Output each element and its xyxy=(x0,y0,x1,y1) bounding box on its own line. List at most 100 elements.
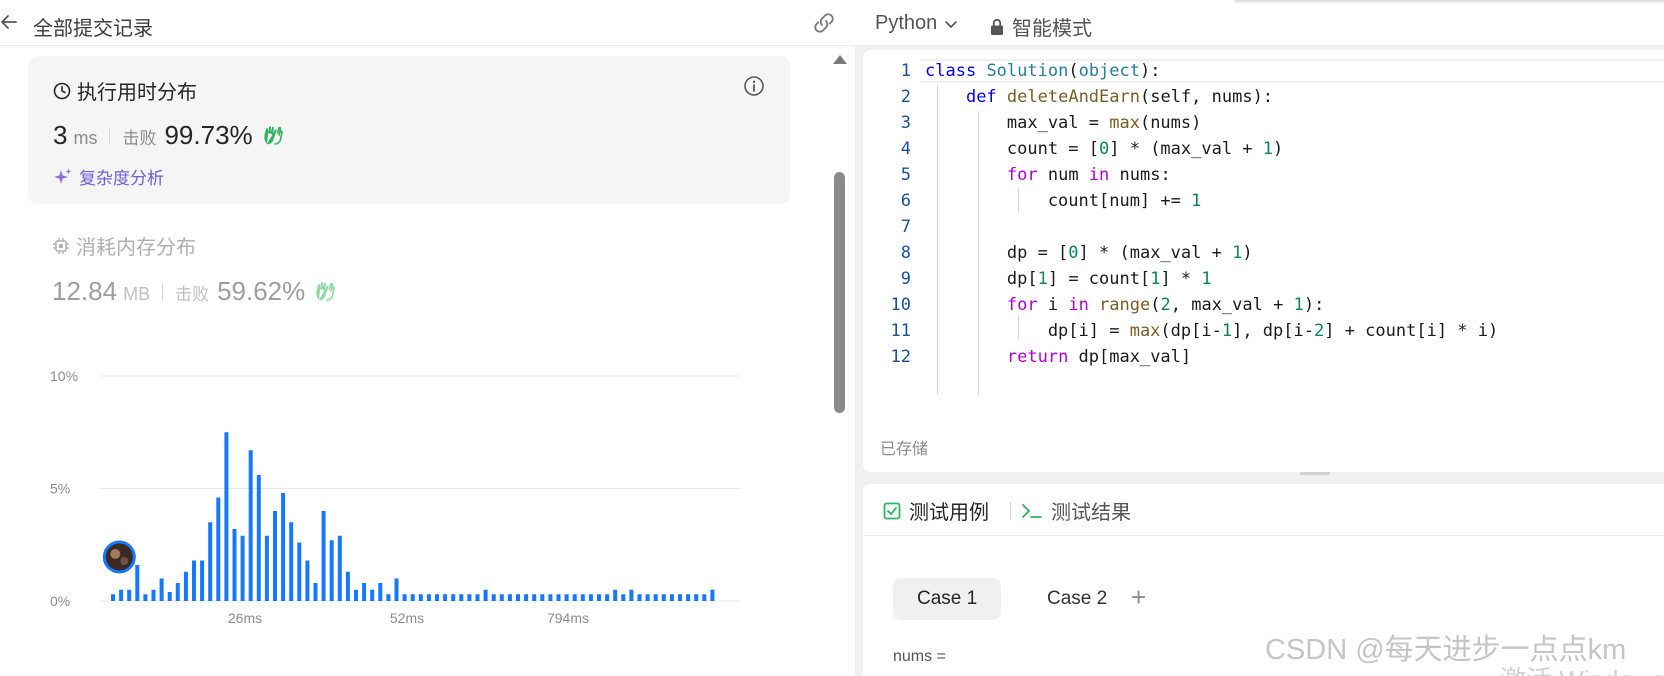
histogram-bar[interactable] xyxy=(548,594,553,601)
histogram-bar[interactable] xyxy=(410,594,415,601)
histogram-bar[interactable] xyxy=(556,594,561,601)
code-line[interactable]: 6 count[num] += 1 xyxy=(863,188,1664,214)
code-text[interactable]: return dp[max_val] xyxy=(925,344,1191,370)
histogram-bar[interactable] xyxy=(694,594,699,601)
histogram-bar[interactable] xyxy=(321,511,326,601)
code-text[interactable]: dp[i] = max(dp[i-1], dp[i-2] + count[i] … xyxy=(925,318,1498,344)
histogram-bar[interactable] xyxy=(264,535,269,601)
histogram-bar[interactable] xyxy=(686,594,691,601)
code-text[interactable]: dp[1] = count[1] * 1 xyxy=(925,266,1212,292)
tab-testresults[interactable]: 测试结果 xyxy=(1021,496,1131,525)
code-text[interactable]: max_val = max(nums) xyxy=(925,110,1202,136)
user-avatar-marker[interactable] xyxy=(102,540,136,574)
histogram-bar[interactable] xyxy=(613,589,618,601)
histogram-bar[interactable] xyxy=(256,475,261,601)
histogram-bar[interactable] xyxy=(151,589,156,601)
histogram-bar[interactable] xyxy=(362,583,367,601)
code-line[interactable]: 7 xyxy=(863,214,1664,240)
histogram-bar[interactable] xyxy=(524,594,529,601)
histogram-bar[interactable] xyxy=(394,578,399,602)
code-text[interactable]: for num in nums: xyxy=(925,162,1171,188)
vertical-scrollbar[interactable] xyxy=(830,55,848,676)
histogram-bar[interactable] xyxy=(637,594,642,601)
histogram-bar[interactable] xyxy=(143,594,148,601)
code-line[interactable]: 4 count = [0] * (max_val + 1) xyxy=(863,136,1664,162)
histogram-bar[interactable] xyxy=(483,589,488,601)
histogram-bar[interactable] xyxy=(459,594,464,601)
arrow-left-icon[interactable] xyxy=(0,11,22,33)
code-line[interactable]: 11 dp[i] = max(dp[i-1], dp[i-2] + count[… xyxy=(863,318,1664,344)
tab-testcases[interactable]: 测试用例 xyxy=(883,496,989,525)
histogram-bar[interactable] xyxy=(426,594,431,601)
language-select[interactable]: Python xyxy=(875,12,959,35)
code-line[interactable]: 5 for num in nums: xyxy=(863,162,1664,188)
histogram-bar[interactable] xyxy=(329,540,334,601)
histogram-bar[interactable] xyxy=(507,594,512,601)
histogram-bar[interactable] xyxy=(564,594,569,601)
histogram-bar[interactable] xyxy=(370,589,375,601)
histogram-bar[interactable] xyxy=(183,571,188,601)
histogram-bar[interactable] xyxy=(378,583,383,601)
code-line[interactable]: 9 dp[1] = count[1] * 1 xyxy=(863,266,1664,292)
histogram-bar[interactable] xyxy=(653,594,658,601)
page-title[interactable]: 全部提交记录 xyxy=(33,12,153,41)
histogram-bar[interactable] xyxy=(119,589,124,601)
histogram-bar[interactable] xyxy=(702,594,707,601)
histogram-bar[interactable] xyxy=(661,594,666,601)
histogram-bar[interactable] xyxy=(111,594,115,601)
histogram-bar[interactable] xyxy=(532,594,537,601)
histogram-bar[interactable] xyxy=(305,560,310,602)
histogram-bar[interactable] xyxy=(443,594,448,601)
code-text[interactable]: for i in range(2, max_val + 1): xyxy=(925,292,1324,318)
histogram-bar[interactable] xyxy=(516,594,520,601)
histogram-bar[interactable] xyxy=(540,594,545,601)
histogram-bar[interactable] xyxy=(418,594,423,601)
case-2-button[interactable]: Case 2 xyxy=(1023,578,1131,620)
histogram-bar[interactable] xyxy=(629,589,634,601)
runtime-card[interactable]: 执行用时分布 3 ms 击败 99.73% 复杂度分析 xyxy=(28,56,790,204)
histogram-bar[interactable] xyxy=(127,589,132,601)
case-1-button[interactable]: Case 1 xyxy=(893,578,1002,620)
histogram-bar[interactable] xyxy=(224,432,229,601)
complexity-label[interactable]: 复杂度分析 xyxy=(79,164,164,189)
histogram-bar[interactable] xyxy=(167,592,172,601)
code-line[interactable]: 12 return dp[max_val] xyxy=(863,344,1664,370)
histogram-bar[interactable] xyxy=(572,594,577,601)
code-line[interactable]: 2 def deleteAndEarn(self, nums): xyxy=(863,84,1664,110)
histogram-bar[interactable] xyxy=(175,583,180,601)
code-line[interactable]: 3 max_val = max(nums) xyxy=(863,110,1664,136)
memory-title[interactable]: 消耗内存分布 xyxy=(52,231,196,260)
histogram-bar[interactable] xyxy=(499,594,504,601)
histogram-bar[interactable] xyxy=(273,511,277,601)
histogram-bar[interactable] xyxy=(281,493,286,601)
code-line[interactable]: 8 dp = [0] * (max_val + 1) xyxy=(863,240,1664,266)
code-line[interactable]: 1 class Solution(object): xyxy=(863,58,1664,84)
code-lines[interactable]: 1 class Solution(object): 2 def deleteAndE… xyxy=(863,58,1664,370)
code-text[interactable]: class Solution(object): xyxy=(925,58,1160,84)
complexity-analysis-link[interactable]: 复杂度分析 xyxy=(53,164,164,189)
histogram-bar[interactable] xyxy=(402,594,407,601)
code-text[interactable]: def deleteAndEarn(self, nums): xyxy=(925,84,1273,110)
histogram-bar[interactable] xyxy=(451,594,456,601)
histogram-bar[interactable] xyxy=(337,535,342,601)
scrollbar-thumb[interactable] xyxy=(834,172,845,413)
histogram-bar[interactable] xyxy=(135,565,140,601)
histogram-bar[interactable] xyxy=(345,571,350,601)
mode-label-text[interactable]: 智能模式 xyxy=(1012,12,1092,41)
histogram-bar[interactable] xyxy=(240,535,245,601)
code-line[interactable]: 10 for i in range(2, max_val + 1): xyxy=(863,292,1664,318)
histogram-bar[interactable] xyxy=(313,583,318,601)
histogram-bar[interactable] xyxy=(710,589,715,601)
histogram-bar[interactable] xyxy=(621,594,626,601)
histogram-bar[interactable] xyxy=(216,497,221,602)
scroll-up-arrow-icon[interactable] xyxy=(833,55,847,64)
link-icon[interactable] xyxy=(811,11,837,35)
case-2-label[interactable]: Case 2 xyxy=(1047,588,1107,610)
histogram-bar[interactable] xyxy=(289,522,294,601)
histogram-bar[interactable] xyxy=(678,594,682,601)
histogram-bar[interactable] xyxy=(192,560,196,602)
code-text[interactable]: count[num] += 1 xyxy=(925,188,1202,214)
info-icon[interactable] xyxy=(742,74,766,98)
code-editor[interactable]: 1 class Solution(object): 2 def deleteAndE… xyxy=(863,50,1664,472)
language-value[interactable]: Python xyxy=(875,12,937,35)
